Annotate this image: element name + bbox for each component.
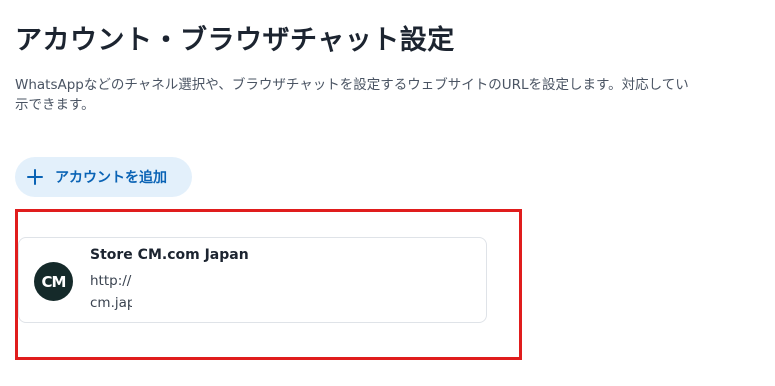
account-name: Store CM.com Japan [90,247,249,263]
cm-logo: CM [34,262,73,301]
account-url-line-2: cm.jap [90,295,132,311]
account-url: http:// cm.jap [90,270,132,314]
page-description: WhatsAppなどのチャネル選択や、ブラウザチャットを設定するウェブサイトのU… [15,75,775,115]
account-url-line-1: http:// [90,273,132,289]
description-line-2: 示できます。 [15,97,95,113]
account-browser-chat-settings-page: アカウント・ブラウザチャット設定 WhatsAppなどのチャネル選択や、ブラウザ… [0,0,775,386]
description-line-1: WhatsAppなどのチャネル選択や、ブラウザチャットを設定するウェブサイトのU… [15,77,689,93]
page-title: アカウント・ブラウザチャット設定 [15,25,455,56]
add-account-label: アカウントを追加 [55,170,167,186]
plus-icon [27,169,43,185]
add-account-button[interactable]: アカウントを追加 [15,157,192,197]
logo-text: CM [41,272,67,291]
account-card[interactable]: CM Store CM.com Japan http:// cm.jap [18,237,487,323]
